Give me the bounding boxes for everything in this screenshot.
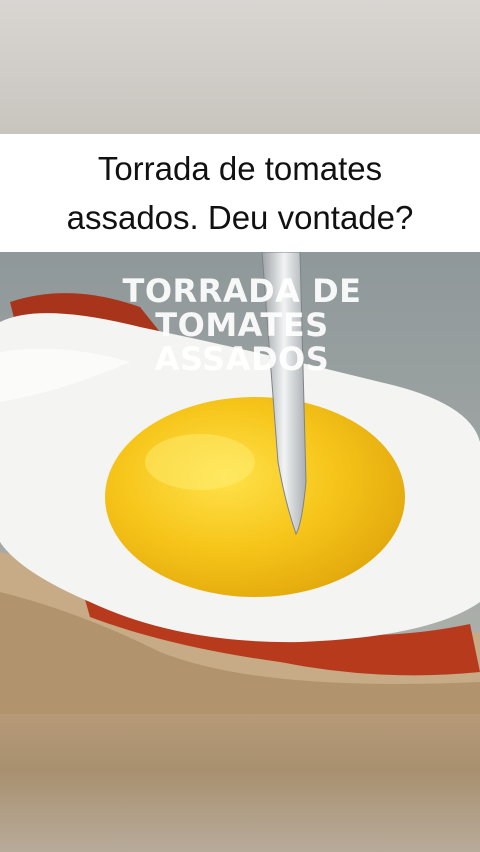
video-overlay-title: TORRADA DE TOMATES ASSADOS [0, 274, 480, 376]
overlay-line-2: TOMATES [155, 306, 329, 344]
overlay-line-3: ASSADOS [154, 340, 330, 378]
egg-yolk [105, 397, 405, 597]
caption-line-2: assados. Deu vontade? [66, 199, 414, 236]
overlay-line-1: TORRADA DE [122, 272, 362, 310]
caption-bar: Torrada de tomates assados. Deu vontade? [0, 134, 480, 252]
caption-text: Torrada de tomates assados. Deu vontade? [55, 144, 426, 243]
blurred-background-top [0, 0, 480, 134]
blurred-background-bottom [0, 714, 480, 852]
caption-line-1: Torrada de tomates [97, 149, 383, 187]
